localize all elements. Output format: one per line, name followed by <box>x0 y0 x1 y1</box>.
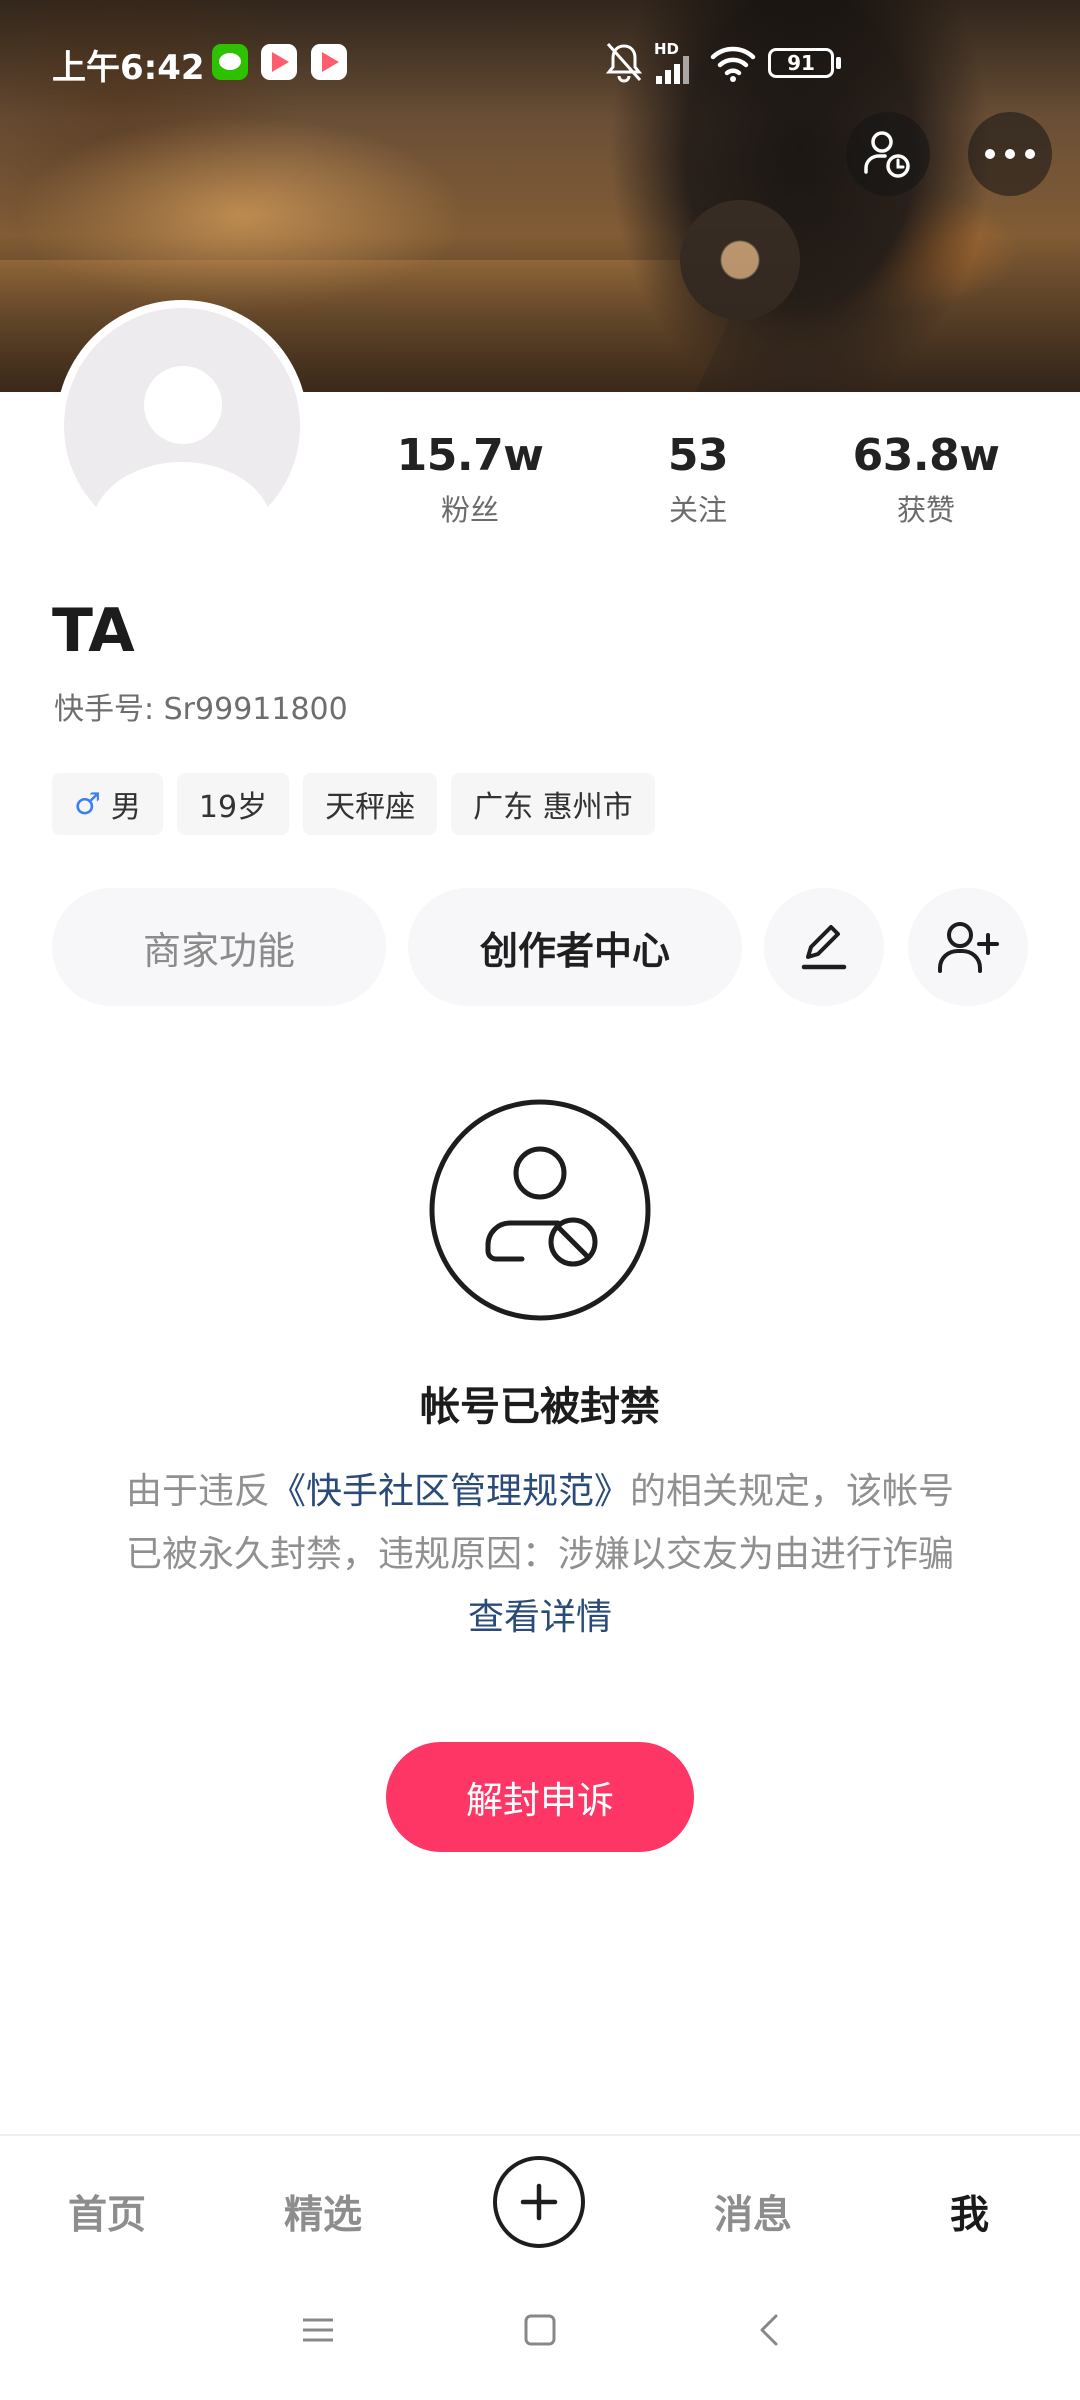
view-details-link[interactable]: 查看详情 <box>468 1597 612 1638</box>
status-bar: 上午6:42 HD 91 <box>0 0 1080 130</box>
add-friend-icon <box>938 922 999 973</box>
kuaishou-icon <box>261 44 297 80</box>
bottom-tab-bar: 首页 精选 消息 我 <box>0 2134 1080 2270</box>
merchant-functions-button[interactable]: 商家功能 <box>52 888 386 1006</box>
default-avatar-icon <box>64 308 300 544</box>
battery-level: 91 <box>787 51 815 75</box>
edit-profile-button[interactable] <box>764 888 884 1006</box>
system-navigation-bar <box>0 2270 1080 2400</box>
creator-center-button[interactable]: 创作者中心 <box>408 888 742 1006</box>
appeal-button[interactable]: 解封申诉 <box>386 1742 694 1852</box>
account-banned-icon <box>429 1099 651 1321</box>
likes-count: 63.8w <box>852 430 1000 481</box>
tab-messages[interactable]: 消息 <box>714 2184 792 2240</box>
ban-title: 帐号已被封禁 <box>420 1384 660 1430</box>
stat-following[interactable]: 53 关注 <box>588 430 808 529</box>
avatar[interactable] <box>56 300 308 552</box>
tab-me[interactable]: 我 <box>950 2184 989 2240</box>
stat-likes[interactable]: 63.8w 获赞 <box>816 430 1036 529</box>
likes-label: 获赞 <box>896 493 955 527</box>
edit-icon <box>801 925 847 970</box>
tab-home[interactable]: 首页 <box>68 2184 146 2240</box>
wifi-icon <box>710 46 756 82</box>
home-square-icon[interactable] <box>522 2312 558 2348</box>
following-label: 关注 <box>668 493 727 527</box>
avatar-body <box>92 462 272 544</box>
ban-description: 由于违反《快手社区管理规范》的相关规定，该帐号已被永久封禁，违规原因：涉嫌以交友… <box>112 1460 968 1649</box>
battery-tip <box>836 57 841 69</box>
gender-tag: ♂ 男 <box>52 773 163 835</box>
location-tag: 广东 惠州市 <box>451 773 655 835</box>
battery-icon: 91 <box>768 48 834 78</box>
stat-fans[interactable]: 15.7w 粉丝 <box>360 430 580 529</box>
add-friend-button[interactable] <box>908 888 1028 1006</box>
following-count: 53 <box>667 430 729 481</box>
wechat-icon <box>212 44 248 80</box>
plus-icon <box>520 2183 558 2221</box>
tab-featured[interactable]: 精选 <box>284 2184 362 2240</box>
back-icon[interactable] <box>752 2312 788 2348</box>
mute-bell-icon <box>605 43 643 83</box>
community-rules-link[interactable]: 《快手社区管理规范》 <box>270 1471 630 1512</box>
zodiac-tag: 天秤座 <box>303 773 438 835</box>
fans-label: 粉丝 <box>440 493 499 527</box>
profile-tags: ♂ 男 19岁 天秤座 广东 惠州市 <box>52 773 655 835</box>
signal-icon <box>656 56 689 84</box>
status-time: 上午6:42 <box>52 48 205 88</box>
male-icon: ♂ <box>74 786 101 822</box>
visitor-button[interactable] <box>846 112 930 196</box>
visitor-icon <box>864 131 910 178</box>
kuaishou-icon <box>311 44 347 80</box>
kuaishou-id[interactable]: 快手号: Sr99911800 <box>54 684 348 728</box>
user-name: TA <box>52 596 135 666</box>
more-button[interactable] <box>968 112 1052 196</box>
avatar-head <box>144 366 222 444</box>
gender-label: 男 <box>110 790 141 825</box>
fans-count: 15.7w <box>396 430 544 481</box>
ban-desc-prefix: 由于违反 <box>125 1471 270 1512</box>
age-tag: 19岁 <box>176 773 290 835</box>
more-icon <box>985 149 1035 159</box>
menu-icon[interactable] <box>300 2312 336 2348</box>
create-button[interactable] <box>493 2156 585 2248</box>
